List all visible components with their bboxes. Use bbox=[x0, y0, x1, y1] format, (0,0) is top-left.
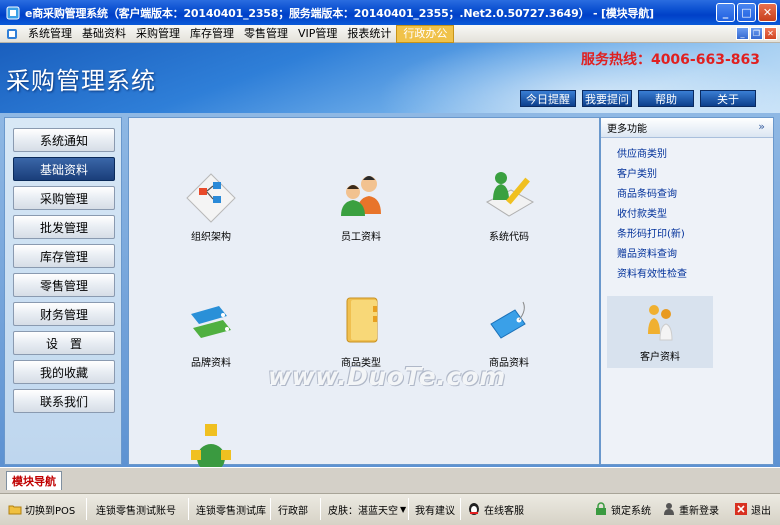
menu-bar: 系统管理 基础资料 采购管理 库存管理 零售管理 VIP管理 报表统计 行政办公… bbox=[0, 24, 780, 43]
exit-icon bbox=[735, 503, 747, 515]
panel-header: 更多功能 » bbox=[601, 118, 773, 138]
tile-brand[interactable]: 品牌资料 bbox=[161, 294, 261, 370]
collapse-chevron-icon[interactable]: » bbox=[758, 120, 765, 133]
watermark: www.DuoTe.com bbox=[268, 362, 506, 391]
lock-icon bbox=[596, 502, 606, 515]
skin-selector[interactable]: 皮肤：湛蓝天空 ▼ bbox=[328, 500, 406, 518]
switch-pos-button[interactable]: 切换到POS bbox=[8, 500, 75, 518]
about-button[interactable]: 关于 bbox=[700, 90, 756, 107]
link-gift-query[interactable]: 赠品资料查询 bbox=[617, 245, 677, 260]
status-label: 切换到POS bbox=[25, 505, 76, 517]
menu-reports[interactable]: 报表统计 bbox=[342, 26, 396, 42]
today-reminder-button[interactable]: 今日提醒 bbox=[520, 90, 576, 107]
app-menu-icon[interactable] bbox=[6, 28, 18, 40]
brand-tags-icon bbox=[191, 306, 231, 338]
close-button[interactable]: ✕ bbox=[758, 3, 777, 22]
link-supplier-category[interactable]: 供应商类别 bbox=[617, 145, 667, 160]
banner: 采购管理系统 服务热线：4006-663-863 今日提醒 我要提问 帮助 关于 bbox=[0, 43, 780, 113]
link-data-validity[interactable]: 资料有效性检查 bbox=[617, 265, 687, 280]
tile-system-code[interactable]: 系统代码 bbox=[459, 168, 559, 244]
relogin-button[interactable]: 重新登录 bbox=[662, 500, 719, 518]
module-tab-bar: 模块导航 bbox=[0, 467, 780, 493]
title-bar: e商采购管理系统（客户端版本：20140401_2358；服务端版本：20140… bbox=[0, 0, 780, 25]
module-panel: 组织架构 员工资料 系统代码 品牌资料 商品类型 商品资料 bbox=[128, 117, 600, 472]
menu-vip[interactable]: VIP管理 bbox=[293, 26, 342, 42]
org-chart-icon bbox=[186, 173, 236, 223]
skin-label: 皮肤：湛蓝天空 bbox=[328, 505, 398, 517]
minimize-button[interactable]: _ bbox=[716, 3, 735, 22]
service-hotline: 服务热线：4006-663-863 bbox=[580, 52, 760, 68]
system-title: 采购管理系统 bbox=[6, 67, 156, 95]
nav-favorites[interactable]: 我的收藏 bbox=[13, 360, 115, 384]
tile-org-structure[interactable]: 组织架构 bbox=[161, 168, 261, 244]
help-button[interactable]: 帮助 bbox=[638, 90, 694, 107]
link-customer-category[interactable]: 客户类别 bbox=[617, 165, 657, 180]
maximize-button[interactable]: □ bbox=[737, 3, 756, 22]
tile-customers[interactable]: 客户资料 bbox=[607, 296, 713, 368]
nav-wholesale[interactable]: 批发管理 bbox=[13, 215, 115, 239]
suggestion-button[interactable]: 我有建议 bbox=[415, 500, 455, 518]
nav-basic-data[interactable]: 基础资料 bbox=[13, 157, 115, 181]
menu-purchase[interactable]: 采购管理 bbox=[131, 26, 185, 42]
status-bar: 切换到POS 连锁零售测试账号 连锁零售测试库 行政部 皮肤：湛蓝天空 ▼ 我有… bbox=[0, 493, 780, 525]
menu-inventory[interactable]: 库存管理 bbox=[185, 26, 239, 42]
status-label: 重新登录 bbox=[679, 505, 719, 517]
more-functions-panel: 更多功能 » 供应商类别 客户类别 商品条码查询 收付款类型 条形码打印(新) … bbox=[600, 117, 774, 465]
folder-open-icon bbox=[8, 505, 22, 515]
menu-system[interactable]: 系统管理 bbox=[23, 26, 77, 42]
user-switch-icon bbox=[664, 503, 674, 515]
menu-office[interactable]: 行政办公 bbox=[396, 24, 455, 43]
link-barcode-query[interactable]: 商品条码查询 bbox=[617, 185, 677, 200]
folder-icon bbox=[346, 297, 378, 343]
tile-label: 客户资料 bbox=[640, 352, 680, 363]
product-tag-icon bbox=[490, 301, 526, 339]
window-title: e商采购管理系统（客户端版本：20140401_2358；服务端版本：20140… bbox=[25, 6, 654, 20]
tile-label: 品牌资料 bbox=[191, 358, 231, 369]
chevron-down-icon: ▼ bbox=[400, 504, 407, 514]
status-label: 锁定系统 bbox=[611, 505, 651, 517]
content-frame: 系统通知 基础资料 采购管理 批发管理 库存管理 零售管理 财务管理 设 置 我… bbox=[0, 113, 780, 472]
online-support-button[interactable]: 在线客服 bbox=[467, 500, 524, 518]
database-name: 连锁零售测试库 bbox=[196, 505, 266, 517]
nav-retail[interactable]: 零售管理 bbox=[13, 273, 115, 297]
menu-retail[interactable]: 零售管理 bbox=[239, 26, 293, 42]
department-name: 行政部 bbox=[278, 505, 308, 517]
tile-product-type[interactable]: 商品类型 bbox=[311, 294, 411, 370]
status-label: 在线客服 bbox=[484, 505, 524, 517]
customers-icon bbox=[648, 305, 673, 341]
left-nav: 系统通知 基础资料 采购管理 批发管理 库存管理 零售管理 财务管理 设 置 我… bbox=[4, 117, 122, 465]
app-icon bbox=[6, 6, 20, 19]
tile-product-info[interactable]: 商品资料 bbox=[459, 294, 559, 370]
exit-button[interactable]: 退出 bbox=[734, 500, 771, 518]
mdi-close-button[interactable]: ✕ bbox=[764, 27, 777, 40]
tile-label: 员工资料 bbox=[341, 232, 381, 243]
link-payment-type[interactable]: 收付款类型 bbox=[617, 205, 667, 220]
panel-title: 更多功能 bbox=[607, 124, 647, 135]
mdi-minimize-button[interactable]: _ bbox=[736, 27, 749, 40]
nav-settings[interactable]: 设 置 bbox=[13, 331, 115, 355]
link-barcode-print[interactable]: 条形码打印(新) bbox=[617, 225, 685, 240]
ask-question-button[interactable]: 我要提问 bbox=[582, 90, 632, 107]
employees-icon bbox=[341, 176, 381, 216]
mdi-restore-button[interactable]: ❐ bbox=[750, 27, 763, 40]
system-code-icon bbox=[485, 172, 535, 217]
tile-employees[interactable]: 员工资料 bbox=[311, 168, 411, 244]
tab-module-navigation[interactable]: 模块导航 bbox=[6, 471, 62, 490]
tile-label: 组织架构 bbox=[191, 232, 231, 243]
lock-system-button[interactable]: 锁定系统 bbox=[594, 500, 651, 518]
nav-inventory[interactable]: 库存管理 bbox=[13, 244, 115, 268]
status-label: 退出 bbox=[751, 505, 771, 517]
tile-label: 系统代码 bbox=[489, 232, 529, 243]
nav-system-notice[interactable]: 系统通知 bbox=[13, 128, 115, 152]
nav-contact[interactable]: 联系我们 bbox=[13, 389, 115, 413]
account-name: 连锁零售测试账号 bbox=[96, 505, 176, 517]
penguin-icon bbox=[469, 503, 479, 515]
nav-purchase[interactable]: 采购管理 bbox=[13, 186, 115, 210]
nav-finance[interactable]: 财务管理 bbox=[13, 302, 115, 326]
menu-basic-data[interactable]: 基础资料 bbox=[77, 26, 131, 42]
